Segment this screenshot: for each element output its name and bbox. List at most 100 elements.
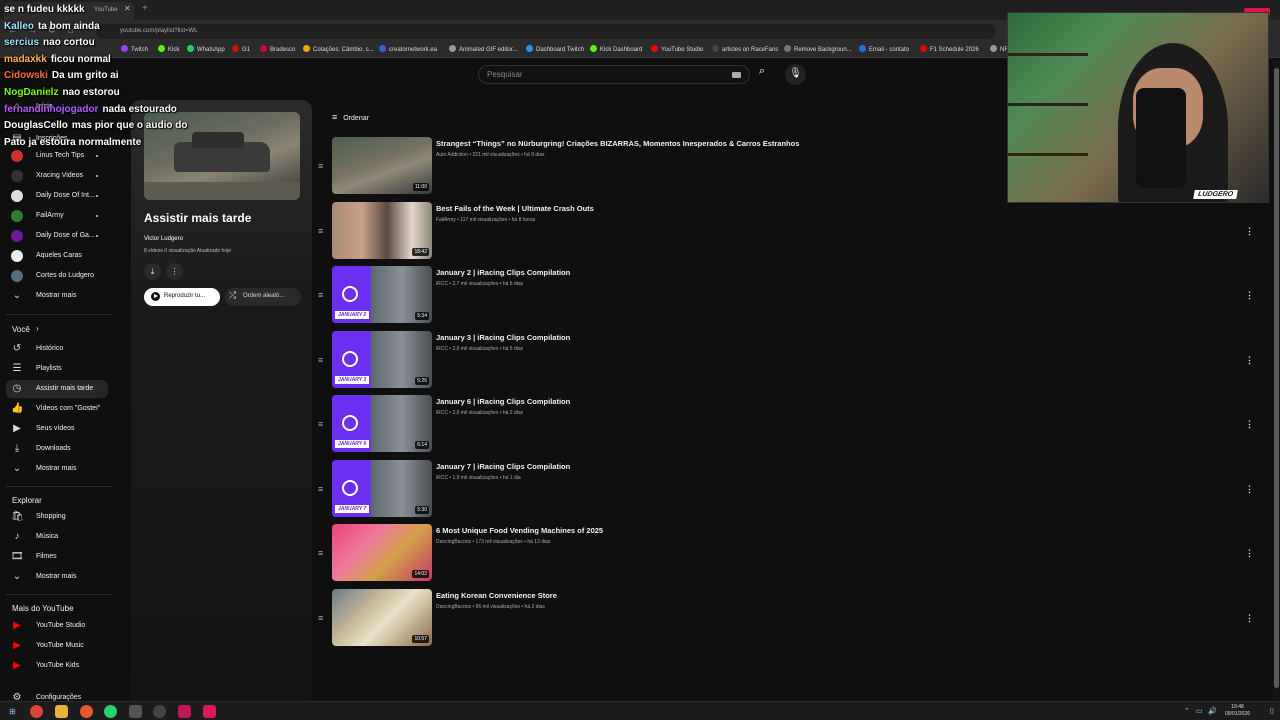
scrollbar-thumb[interactable] (1274, 68, 1279, 688)
streaming-app-icon[interactable] (203, 705, 216, 718)
video-list-item[interactable]: ≡ JANUARY 6 6:14 January 6 | iRacing Clips … (316, 395, 1266, 455)
sidebar-item-channel[interactable]: Aqueles Caras (6, 247, 108, 265)
sidebar-item-channel[interactable]: FailArmy (6, 207, 108, 225)
video-thumbnail[interactable]: JANUARY 2 5:34 (332, 266, 432, 323)
more-vertical-icon[interactable]: ⋮ (1245, 355, 1254, 366)
video-thumbnail[interactable]: JANUARY 3 5:26 (332, 330, 432, 388)
video-title[interactable]: January 3 | iRacing Clips Compilation (436, 333, 570, 342)
bookmark-item[interactable]: Cotações: Câmbio, c... (303, 45, 374, 53)
sidebar-you-heading[interactable]: Você (12, 325, 30, 334)
video-title[interactable]: Best Fails of the Week | Ultimate Crash … (436, 204, 594, 213)
sidebar-item-you[interactable]: ☰ Playlists (6, 360, 108, 378)
sidebar-item-more[interactable]: ▶ YouTube Kids (6, 657, 108, 675)
sidebar-item-channel[interactable]: Daily Dose of Ga... (6, 227, 108, 245)
play-all-button[interactable]: Reproduzir tu... (144, 288, 220, 306)
video-title[interactable]: January 6 | iRacing Clips Compilation (436, 397, 570, 406)
drag-handle-icon[interactable]: ≡ (318, 161, 323, 171)
video-list-item[interactable]: ≡ 18:42 Best Fails of the Week | Ultimate … (316, 201, 1266, 262)
bookmark-item[interactable]: articles on RaceFans (712, 45, 778, 53)
search-button[interactable]: ⌕ (750, 65, 774, 84)
bookmark-item[interactable]: WhatsApp (187, 45, 225, 53)
sidebar-show-more-button[interactable]: ⌄ Mostrar mais (6, 460, 108, 478)
tray-chevron-icon[interactable]: ⌃ (1184, 707, 1190, 715)
sort-button[interactable]: ≡ Ordenar (332, 112, 369, 122)
video-thumbnail[interactable]: 18:42 (332, 201, 432, 259)
voice-search-button[interactable]: 🎙 (785, 64, 806, 85)
bookmark-item[interactable]: Email - contato (859, 45, 909, 53)
video-thumbnail[interactable]: 14:02 (332, 524, 432, 581)
more-vertical-icon[interactable]: ⋮ (1245, 290, 1254, 301)
sidebar-item-explore[interactable]: 🛍 Shopping (6, 508, 108, 526)
more-vertical-icon[interactable]: ⋮ (1245, 226, 1254, 237)
obs-icon[interactable] (153, 705, 166, 718)
drag-handle-icon[interactable]: ≡ (318, 355, 323, 365)
sidebar-item-you[interactable]: ▶ Seus vídeos (6, 420, 108, 438)
sidebar-item-explore[interactable]: 🎞 Filmes (6, 548, 108, 566)
drag-handle-icon[interactable]: ≡ (318, 419, 323, 429)
sidebar-item-explore[interactable]: ♪ Música (6, 528, 108, 546)
video-list-item[interactable]: ≡ JANUARY 2 5:34 January 2 | iRacing Clips … (316, 266, 1266, 326)
sidebar-show-more-button[interactable]: ⌄ Mostrar mais (6, 568, 108, 586)
playlist-owner[interactable]: Victor Ludgero (144, 236, 183, 242)
video-thumbnail[interactable]: JANUARY 7 5:30 (332, 459, 432, 517)
more-options-button[interactable]: ⋮ (166, 263, 183, 280)
close-tab-icon[interactable]: ✕ (124, 4, 131, 13)
drag-handle-icon[interactable]: ≡ (318, 290, 323, 300)
bookmark-item[interactable]: creatornetwork.ea (379, 45, 437, 53)
whatsapp-icon[interactable] (104, 705, 117, 718)
bookmark-item[interactable]: Kick Dashboard (590, 45, 642, 53)
video-list-item[interactable]: ≡ 10:57 Eating Korean Convenience Store Dan… (316, 588, 1266, 649)
search-input[interactable]: Pesquisar (478, 65, 750, 84)
windows-start-icon[interactable]: ⊞ (6, 705, 19, 718)
more-vertical-icon[interactable]: ⋮ (1245, 548, 1254, 559)
video-list-item[interactable]: ≡ 14:02 6 Most Unique Food Vending Machine… (316, 524, 1266, 584)
more-vertical-icon[interactable]: ⋮ (1245, 484, 1254, 495)
keyboard-icon[interactable] (732, 72, 741, 78)
notification-icon[interactable]: ▯ (1270, 707, 1274, 715)
video-thumbnail[interactable]: 11:00 (332, 137, 432, 194)
url-field[interactable]: youtube.com/playlist?list=WL (96, 24, 996, 39)
clock[interactable]: 19:48 09/01/2026 (1225, 704, 1250, 718)
sidebar-item-you[interactable]: 👍 Vídeos com "Gostei" (6, 400, 108, 418)
bookmark-item[interactable]: G1 (232, 45, 250, 53)
bookmark-item[interactable]: Animated GIF editor... (449, 45, 517, 53)
video-list-item[interactable]: ≡ JANUARY 3 5:26 January 3 | iRacing Clips … (316, 330, 1266, 391)
bookmark-item[interactable]: Kick (158, 45, 179, 53)
sidebar-item-channel[interactable]: Xracing Videos (6, 167, 108, 185)
more-vertical-icon[interactable]: ⋮ (1245, 613, 1254, 624)
sidebar-item-more[interactable]: ▶ YouTube Studio (6, 617, 108, 635)
sidebar-item-you[interactable]: ↺ Histórico (6, 340, 108, 358)
sidebar-item-channel[interactable]: Cortes do Ludgero (6, 267, 108, 285)
video-title[interactable]: January 7 | iRacing Clips Compilation (436, 462, 570, 471)
more-vertical-icon[interactable]: ⋮ (1245, 419, 1254, 430)
bookmark-item[interactable]: Dashboard Twitch (526, 45, 584, 53)
file-explorer-icon[interactable] (55, 705, 68, 718)
firefox-icon[interactable] (80, 705, 93, 718)
video-title[interactable]: January 2 | iRacing Clips Compilation (436, 268, 570, 277)
drag-handle-icon[interactable]: ≡ (318, 226, 323, 236)
chrome-icon[interactable] (30, 705, 43, 718)
volume-icon[interactable]: 🔊 (1208, 707, 1217, 715)
drag-handle-icon[interactable]: ≡ (318, 484, 323, 494)
drag-handle-icon[interactable]: ≡ (318, 613, 323, 623)
sidebar-item-you[interactable]: ⤓ Downloads (6, 440, 108, 458)
shuffle-button[interactable]: ⤮ Ordem aleató... (225, 288, 301, 306)
video-list-item[interactable]: ≡ JANUARY 7 5:30 January 7 | iRacing Clips … (316, 459, 1266, 520)
sidebar-item-channel[interactable]: Daily Dose Of Int... (6, 187, 108, 205)
bookmark-item[interactable]: YouTube Studio (651, 45, 703, 53)
video-thumbnail[interactable]: 10:57 (332, 588, 432, 646)
sidebar-item-channel[interactable]: Linus Tech Tips (6, 147, 108, 165)
video-title[interactable]: Strangest “Things” no Nürburgring! Criaç… (436, 139, 799, 148)
download-button[interactable]: ⤓ (144, 263, 161, 280)
drag-handle-icon[interactable]: ≡ (318, 548, 323, 558)
video-title[interactable]: 6 Most Unique Food Vending Machines of 2… (436, 526, 603, 535)
sidebar-item-you[interactable]: ◷ Assistir mais tarde (6, 380, 108, 398)
video-title[interactable]: Eating Korean Convenience Store (436, 591, 557, 600)
bookmark-item[interactable]: Bradesco (260, 45, 295, 53)
page-scrollbar[interactable] (1273, 60, 1280, 700)
app-icon[interactable] (129, 705, 142, 718)
bookmark-item[interactable]: F1 Schedule 2026 (920, 45, 979, 53)
bookmark-item[interactable]: Remove Backgroun... (784, 45, 852, 53)
photo-app-icon[interactable] (178, 705, 191, 718)
sidebar-show-more-button[interactable]: ⌄ Mostrar mais (6, 287, 108, 305)
